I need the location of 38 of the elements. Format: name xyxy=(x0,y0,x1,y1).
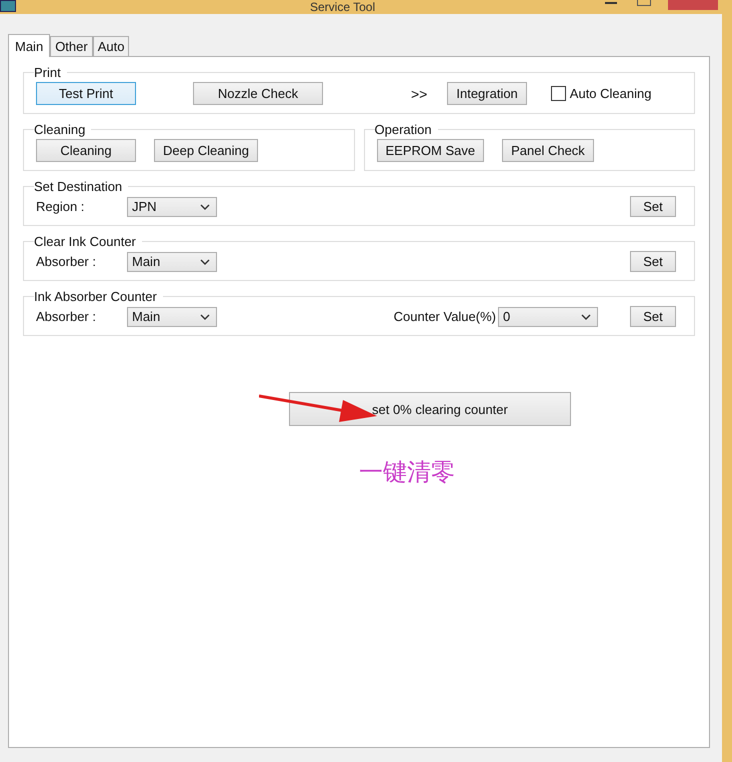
group-title: Clear Ink Counter xyxy=(34,234,137,249)
absorber-dropdown[interactable]: Main xyxy=(127,306,217,326)
cleaning-button[interactable]: Cleaning xyxy=(36,139,136,162)
operation-button[interactable]: Panel Check xyxy=(502,139,594,162)
clear-counter-button[interactable]: set 0% clearing counter xyxy=(289,392,571,426)
tab[interactable]: Other xyxy=(50,36,93,56)
group-title: Print xyxy=(34,65,62,80)
checkbox-label: Auto Cleaning xyxy=(570,86,652,101)
caret-icon xyxy=(581,314,591,320)
group-title: Cleaning xyxy=(34,122,86,137)
caret-icon xyxy=(200,314,210,320)
absorber-dropdown[interactable]: Main xyxy=(127,252,217,272)
arrows-label: >> xyxy=(411,86,428,102)
group-title: Operation xyxy=(374,122,433,137)
counter-value-label: Counter Value(%) xyxy=(394,309,496,324)
app-icon xyxy=(0,0,16,12)
absorber-label: Absorber : xyxy=(36,309,97,324)
cleaning-button[interactable]: Deep Cleaning xyxy=(154,139,258,162)
integration-button[interactable]: Integration xyxy=(447,82,527,105)
group-title: Ink Absorber Counter xyxy=(34,289,158,304)
annotation-text: 一键清零 xyxy=(359,457,456,488)
region-label: Region : xyxy=(36,199,86,214)
region-dropdown[interactable]: JPN xyxy=(127,196,217,216)
set-button[interactable]: Set xyxy=(630,306,676,327)
tab[interactable]: Main xyxy=(8,34,50,57)
caret-icon xyxy=(200,258,210,264)
absorber-label: Absorber : xyxy=(36,254,97,269)
nozzle-check-button[interactable]: Nozzle Check xyxy=(193,82,323,105)
caret-icon xyxy=(200,204,210,210)
window-title: Service Tool xyxy=(310,0,376,14)
set-button[interactable]: Set xyxy=(630,196,676,217)
tab[interactable]: Auto xyxy=(92,36,130,56)
group-title: Set Destination xyxy=(34,179,124,194)
counter-value-dropdown[interactable]: 0 xyxy=(498,306,598,326)
test-print-button[interactable]: Test Print xyxy=(36,82,136,105)
set-button[interactable]: Set xyxy=(630,251,676,272)
operation-button[interactable]: EEPROM Save xyxy=(376,139,484,162)
checkbox[interactable] xyxy=(550,86,566,101)
